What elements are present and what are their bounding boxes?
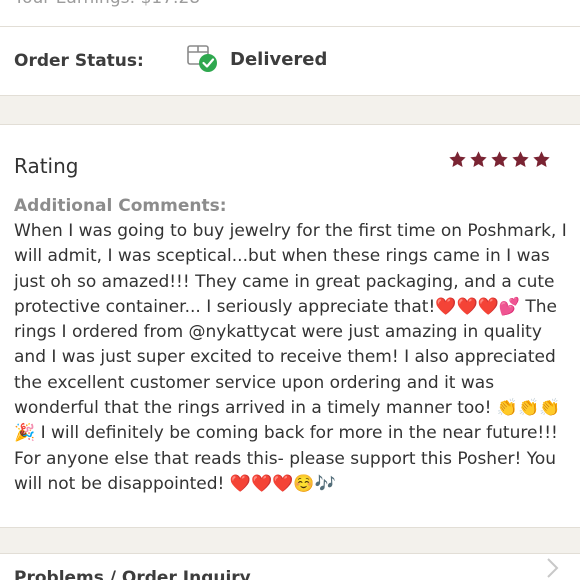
additional-comments-label: Additional Comments: [14, 196, 227, 216]
star-icon [449, 151, 466, 167]
star-icon [512, 151, 529, 167]
star-icon [470, 151, 487, 167]
order-details-page: Your Earnings: $17.28 Order Status: Deli… [0, 0, 580, 580]
delivered-box-check-icon [187, 45, 217, 72]
rating-title: Rating [14, 154, 79, 178]
earnings-label: Your Earnings: $17.28 [14, 0, 200, 8]
divider [0, 26, 580, 27]
order-status-label: Order Status: [14, 51, 144, 71]
review-comment-text: When I was going to buy jewelry for the … [14, 221, 567, 494]
rating-stars [448, 150, 551, 169]
chevron-right-icon [547, 558, 559, 578]
problems-order-inquiry-label: Problems / Order Inquiry [14, 568, 251, 580]
order-status-value: Delivered [230, 49, 328, 70]
star-icon [491, 151, 508, 167]
order-summary-card: Your Earnings: $17.28 Order Status: Deli… [0, 0, 580, 96]
star-icon [533, 151, 550, 167]
